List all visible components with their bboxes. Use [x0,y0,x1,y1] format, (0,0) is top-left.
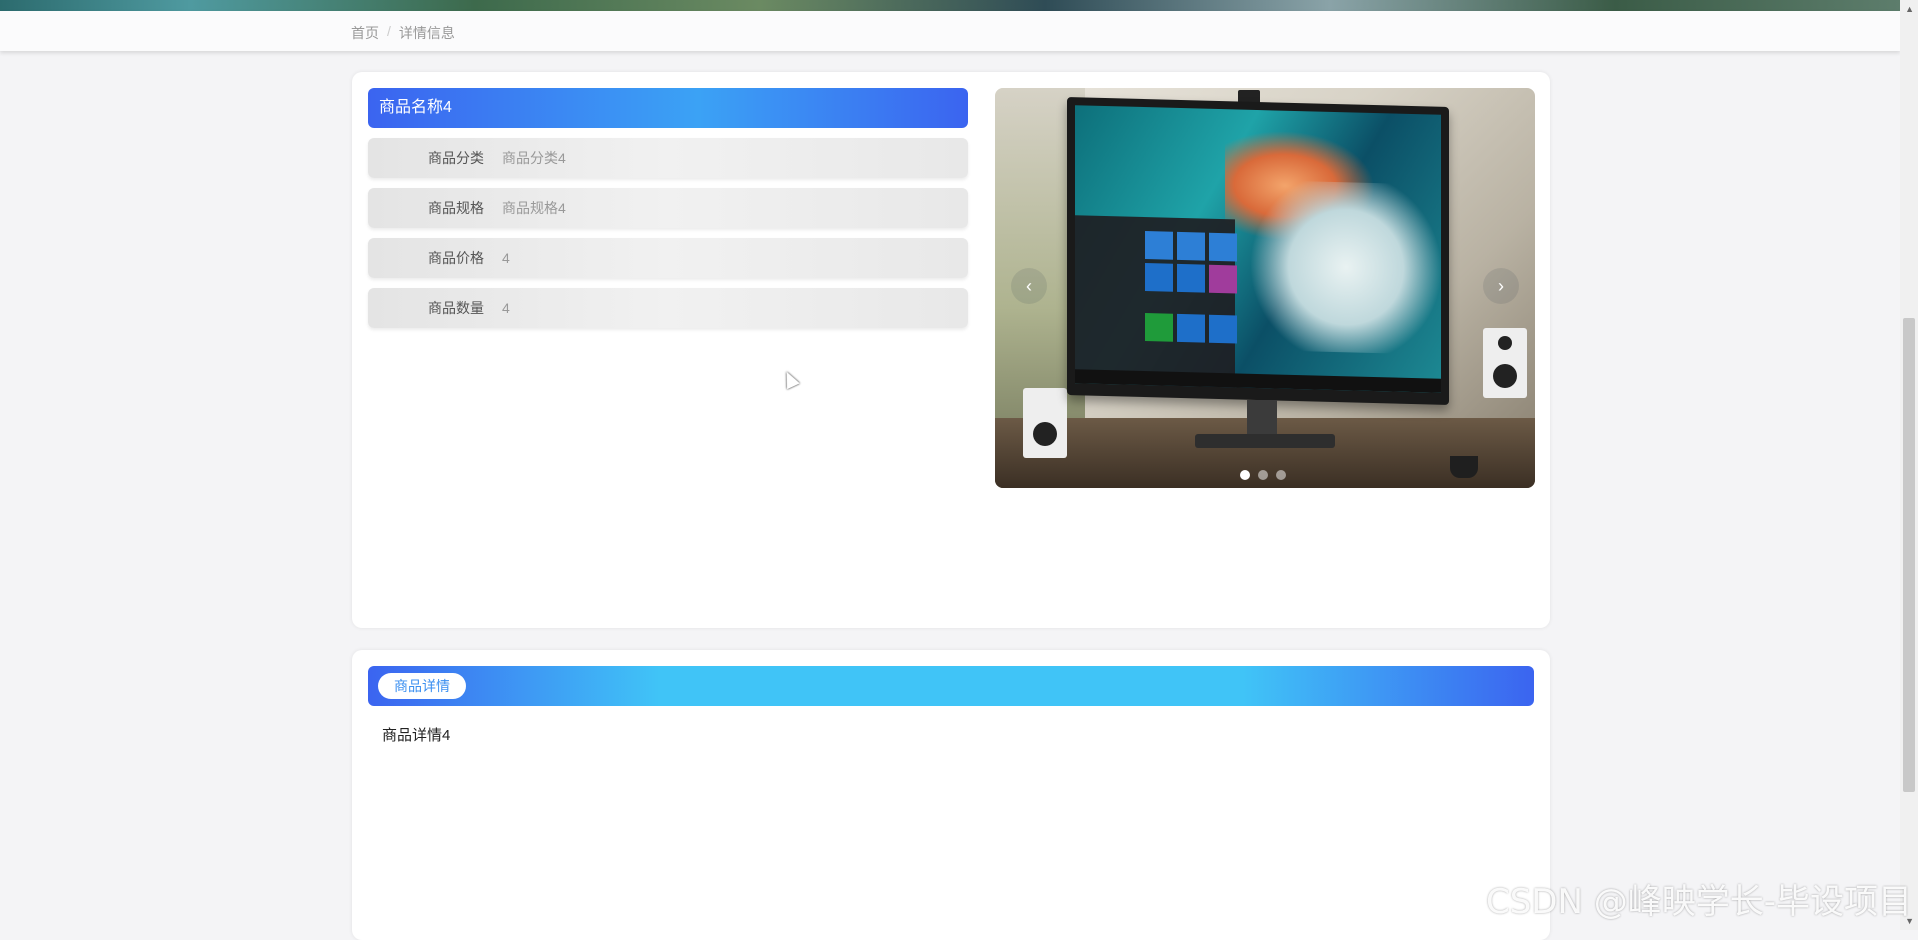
detail-content: 商品详情4 [382,727,451,744]
carousel-dot[interactable] [1258,470,1268,480]
breadcrumb-current: 详情信息 [398,25,455,41]
info-label: 商品数量 [428,300,484,316]
product-detail-panel: 商品详情 商品详情4 [352,650,1550,940]
info-value: 商品分类4 [502,150,566,166]
product-image [1067,96,1449,406]
info-label: 商品规格 [428,200,484,216]
chevron-right-icon: › [1498,276,1504,296]
top-banner-image [0,0,1900,11]
info-row-price: 商品价格 4 [368,238,968,278]
speaker-left [1023,388,1067,458]
chevron-left-icon: ‹ [1026,276,1032,296]
info-label: 商品价格 [428,250,484,266]
product-image-carousel[interactable]: ‹ › [995,88,1535,488]
monitor-base [1195,434,1335,448]
info-row-quantity: 商品数量 4 [368,288,968,328]
breadcrumb-home[interactable]: 首页 [351,23,379,43]
tab-product-detail[interactable]: 商品详情 [378,673,466,699]
carousel-dot[interactable] [1276,470,1286,480]
watermark: CSDN @峰映学长-毕设项目 [1485,882,1912,922]
cup [1450,456,1478,478]
breadcrumb-bar: 首页 / 详情信息 [0,11,1900,51]
info-label: 商品分类 [428,150,484,166]
info-row-spec: 商品规格 商品规格4 [368,188,968,228]
carousel-next-button[interactable]: › [1483,268,1519,304]
info-value: 商品规格4 [502,200,566,216]
info-value: 4 [502,250,510,266]
carousel-indicators [1240,470,1286,480]
page-scrollbar[interactable]: ▲ ▼ [1900,0,1918,930]
breadcrumb: 首页 / 详情信息 [351,23,455,43]
breadcrumb-separator: / [387,23,391,39]
info-row-category: 商品分类 商品分类4 [368,138,968,178]
product-title: 商品名称4 [368,88,968,128]
info-value: 4 [502,300,510,316]
carousel-prev-button[interactable]: ‹ [1011,268,1047,304]
scroll-up-icon[interactable]: ▲ [1905,4,1914,14]
detail-header: 商品详情 [368,666,1534,706]
speaker-right [1483,328,1527,398]
scrollbar-thumb[interactable] [1903,318,1915,792]
product-info-panel: 商品名称4 商品分类 商品分类4 商品规格 商品规格4 商品价格 4 商品数量 … [352,72,1550,628]
carousel-dot[interactable] [1240,470,1250,480]
